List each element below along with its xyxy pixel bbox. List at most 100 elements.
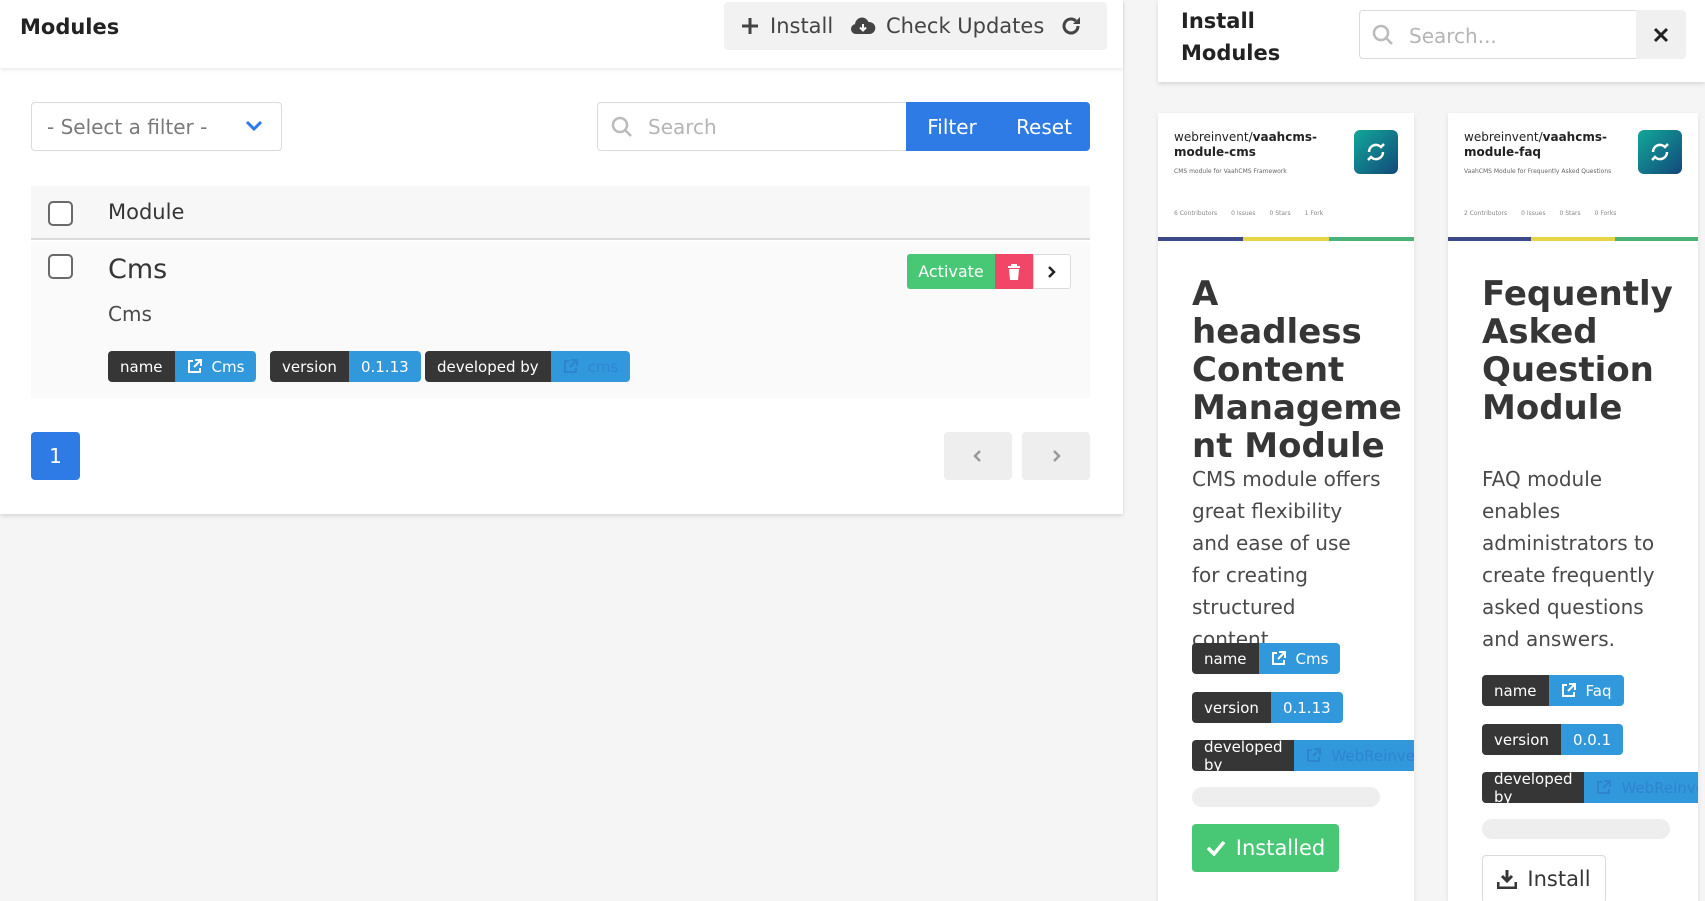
card-title: A headless Content Manageme nt Module bbox=[1192, 274, 1402, 466]
trash-icon bbox=[1008, 263, 1020, 280]
tag-name: name Cms bbox=[108, 351, 257, 382]
delete-button[interactable] bbox=[995, 254, 1033, 289]
plus-icon bbox=[742, 18, 758, 34]
tag-value: WebReinvent bbox=[1331, 746, 1414, 765]
tag-value: Cms bbox=[211, 357, 245, 376]
tag-value: cms bbox=[587, 357, 619, 376]
cloud-download-icon bbox=[850, 17, 876, 34]
tag-value: 0.1.13 bbox=[1270, 692, 1343, 723]
tag-value: 0.0.1 bbox=[1560, 724, 1624, 755]
tag-developer: developed by cms bbox=[425, 351, 631, 382]
tag-value-link[interactable]: Cms bbox=[174, 351, 257, 382]
tag-version: version 0.1.13 bbox=[1192, 692, 1343, 723]
modules-header: Modules Install Check Updates bbox=[0, 0, 1123, 68]
card-title: Fequently Asked Question Module bbox=[1482, 274, 1673, 428]
vaahcms-logo bbox=[1354, 130, 1398, 174]
search-input[interactable]: Search bbox=[597, 102, 907, 151]
installed-label: Installed bbox=[1235, 836, 1326, 860]
tag-value-link[interactable]: WebReinvent bbox=[1584, 772, 1698, 803]
table-row: Cms Cms name Cms version 0.1.13 develope… bbox=[31, 242, 1090, 398]
external-link-icon bbox=[563, 359, 578, 373]
search-icon bbox=[611, 116, 632, 137]
filter-select-value: - Select a filter - bbox=[47, 115, 208, 139]
install-module-button[interactable]: Install bbox=[1482, 855, 1606, 901]
close-button[interactable] bbox=[1636, 10, 1686, 59]
module-card-faq: webreinvent/vaahcms-module-faq VaahCMS M… bbox=[1448, 113, 1698, 901]
tag-value-link[interactable]: Faq bbox=[1548, 675, 1624, 706]
row-checkbox[interactable] bbox=[48, 254, 73, 279]
progress-bar bbox=[1192, 787, 1380, 807]
repo-banner: webreinvent/vaahcms-module-faq VaahCMS M… bbox=[1448, 113, 1698, 241]
tag-value: 0.1.13 bbox=[348, 351, 421, 382]
tag-developer: developed by WebReinvent bbox=[1192, 738, 1414, 774]
tag-value-link[interactable]: Cms bbox=[1258, 643, 1341, 674]
tag-key: name bbox=[1192, 643, 1259, 674]
tag-key: name bbox=[108, 351, 175, 382]
install-search-input[interactable]: Search... bbox=[1359, 10, 1637, 59]
repo-banner: webreinvent/vaahcms-module-cms CMS modul… bbox=[1158, 113, 1414, 241]
install-label: Install bbox=[770, 14, 834, 38]
repo-stats: 2 Contributors 0 Issues 0 Stars 0 Forks bbox=[1464, 210, 1617, 217]
module-name: Cms bbox=[108, 254, 168, 285]
tag-key: developed by bbox=[1192, 738, 1295, 774]
repo-subtitle: VaahCMS Module for Frequently Asked Ques… bbox=[1464, 168, 1612, 175]
chevron-left-icon bbox=[973, 450, 981, 462]
external-link-icon bbox=[1561, 683, 1576, 697]
external-link-icon bbox=[1597, 780, 1612, 794]
external-link-icon bbox=[1271, 651, 1286, 665]
tag-value: Cms bbox=[1295, 649, 1329, 668]
download-icon bbox=[1497, 870, 1518, 889]
table-header: Module bbox=[31, 186, 1090, 240]
tag-version: version 0.0.1 bbox=[1482, 724, 1624, 755]
pagination-previous[interactable] bbox=[944, 432, 1012, 480]
tag-name: name Cms bbox=[1192, 643, 1341, 674]
check-updates-label: Check Updates bbox=[886, 14, 1045, 38]
refresh-button[interactable] bbox=[1059, 2, 1093, 50]
activate-button[interactable]: Activate bbox=[907, 254, 995, 289]
tag-key: developed by bbox=[425, 351, 551, 382]
banner-color-bar bbox=[1448, 237, 1698, 241]
repo-name: webreinvent/vaahcms-module-faq bbox=[1464, 130, 1607, 159]
repo-subtitle: CMS module for VaahCMS Framework bbox=[1174, 168, 1287, 175]
tag-value-link[interactable]: WebReinvent bbox=[1294, 740, 1414, 771]
page-title: Modules bbox=[20, 15, 120, 39]
filter-button[interactable]: Filter bbox=[906, 102, 998, 151]
reset-button[interactable]: Reset bbox=[998, 102, 1090, 151]
filter-select[interactable]: - Select a filter - bbox=[31, 102, 282, 151]
filter-button-group: Filter Reset bbox=[906, 102, 1090, 151]
tag-key: version bbox=[1192, 692, 1271, 723]
tag-value: Faq bbox=[1585, 681, 1612, 700]
install-button[interactable]: Install bbox=[740, 2, 833, 50]
install-label: Install bbox=[1527, 867, 1591, 891]
modules-panel: Modules Install Check Updates - Select a… bbox=[0, 0, 1123, 514]
install-modules-header: Install Modules Search... bbox=[1158, 0, 1705, 82]
progress-bar bbox=[1482, 819, 1670, 839]
close-icon bbox=[1653, 27, 1669, 42]
external-link-icon bbox=[1307, 748, 1322, 762]
tag-version: version 0.1.13 bbox=[270, 351, 421, 382]
chevron-right-icon bbox=[1053, 450, 1061, 462]
tag-key: name bbox=[1482, 675, 1549, 706]
install-modules-title: Install Modules bbox=[1181, 9, 1281, 65]
module-slug: Cms bbox=[108, 302, 152, 326]
tag-key: version bbox=[1482, 724, 1561, 755]
repo-name: webreinvent/vaahcms-module-cms bbox=[1174, 130, 1317, 159]
vaahcms-logo-icon bbox=[1367, 143, 1385, 161]
chevron-down-icon bbox=[245, 120, 263, 132]
vaahcms-logo-icon bbox=[1651, 143, 1669, 161]
view-details-button[interactable] bbox=[1033, 254, 1071, 289]
chevron-right-icon bbox=[1048, 265, 1056, 278]
card-description: FAQ module enables administrators to cre… bbox=[1482, 467, 1655, 651]
tag-name: name Faq bbox=[1482, 675, 1624, 706]
search-placeholder: Search bbox=[648, 115, 717, 139]
module-card-cms: webreinvent/vaahcms-module-cms CMS modul… bbox=[1158, 113, 1414, 901]
repo-stats: 6 Contributors 0 Issues 0 Stars 1 Fork bbox=[1174, 210, 1324, 217]
pagination-page-1[interactable]: 1 bbox=[31, 432, 80, 480]
install-search-placeholder: Search... bbox=[1409, 24, 1497, 48]
pagination-next[interactable] bbox=[1022, 432, 1090, 480]
card-description: CMS module offers great flexibility and … bbox=[1192, 467, 1381, 651]
tag-value-link[interactable]: cms bbox=[550, 351, 631, 382]
check-updates-button[interactable]: Check Updates bbox=[850, 2, 1044, 50]
select-all-checkbox[interactable] bbox=[48, 201, 73, 226]
vaahcms-logo bbox=[1638, 130, 1682, 174]
